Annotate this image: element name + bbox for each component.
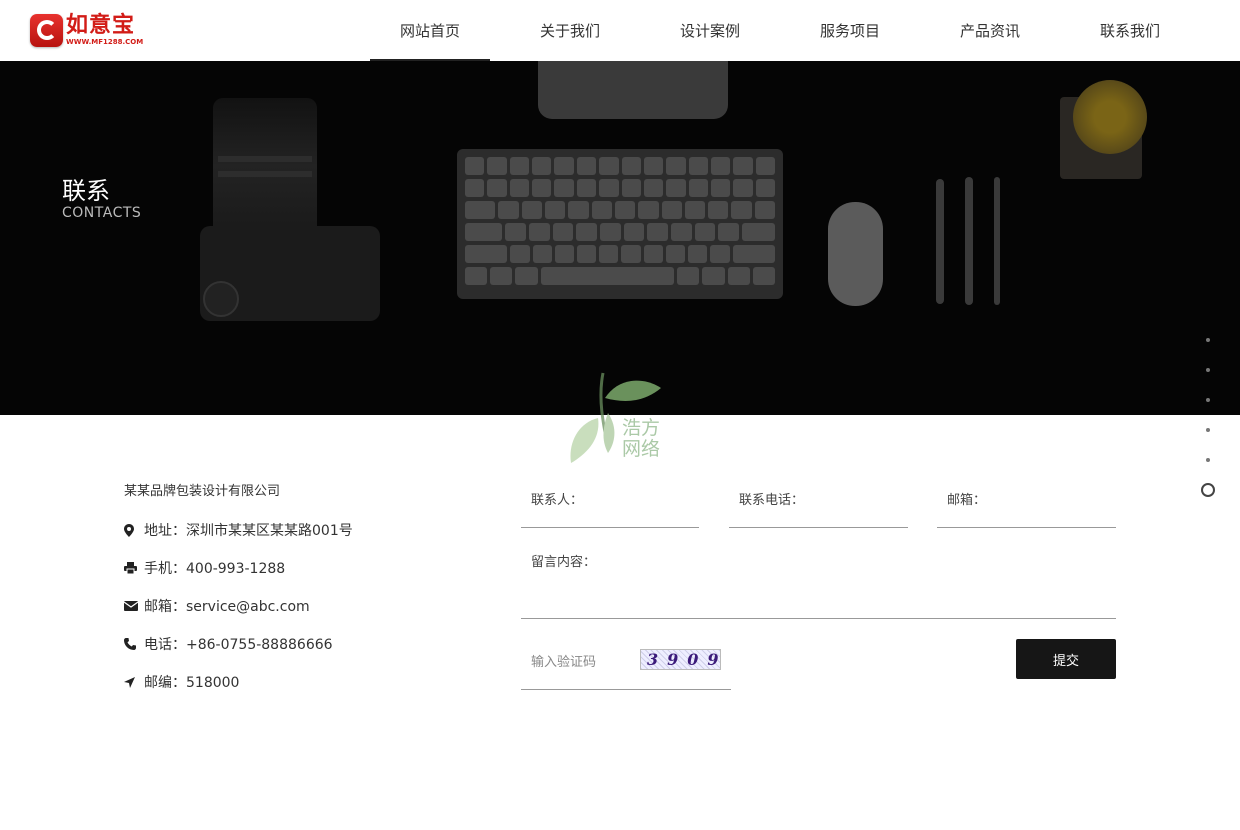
monitor-stand-image [538, 61, 728, 119]
side-dot[interactable] [1206, 428, 1210, 432]
pen-image [994, 177, 1000, 305]
banner-subtitle: CONTACTS [62, 205, 142, 221]
banner-title: 联系 [62, 177, 110, 205]
postcode-text: 邮编：518000 [144, 675, 240, 691]
logo-url-text: WWW.MF1288.COM [66, 37, 144, 46]
side-dot[interactable] [1206, 458, 1210, 462]
watermark-text: 网络 [622, 438, 661, 460]
site-header: 如意宝 WWW.MF1288.COM 网站首页 关于我们 设计案例 服务项目 产… [0, 0, 1240, 61]
keyboard-image [457, 149, 783, 299]
email-field[interactable]: 邮箱： [937, 476, 1116, 528]
nav-item-cases[interactable]: 设计案例 [650, 0, 770, 61]
cup-image [1073, 80, 1147, 154]
side-dot[interactable] [1206, 398, 1210, 402]
nav-item-contact[interactable]: 联系我们 [1070, 0, 1190, 61]
phone-label: 联系电话： [739, 493, 805, 508]
page-banner: 联系 CONTACTS [0, 61, 1240, 415]
nav-item-services[interactable]: 服务项目 [790, 0, 910, 61]
side-dot-active[interactable] [1201, 483, 1215, 497]
watermark-text: 浩方 [622, 417, 661, 439]
email-text: 邮箱：service@abc.com [144, 599, 310, 615]
message-label: 留言内容： [531, 555, 597, 570]
address-text: 地址：深圳市某某区某某路001号 [144, 523, 353, 539]
side-dot-nav [1200, 333, 1216, 503]
postcode-row: 邮编：518000 [124, 672, 444, 692]
side-dot[interactable] [1206, 338, 1210, 342]
pen-image [965, 177, 973, 305]
address-row: 地址：深圳市某某区某某路001号 [124, 520, 444, 540]
logo-brand-text: 如意宝 [66, 12, 136, 38]
nav-item-news[interactable]: 产品资讯 [930, 0, 1050, 61]
captcha-placeholder: 输入验证码 [531, 655, 597, 670]
email-label: 邮箱： [947, 493, 987, 508]
phone-text: 电话：+86-0755-88886666 [144, 637, 333, 653]
site-logo[interactable]: 如意宝 WWW.MF1288.COM [30, 12, 148, 48]
company-name: 某某品牌包装设计有限公司 [124, 484, 281, 499]
camera-dial-image [203, 281, 239, 317]
main-nav: 网站首页 关于我们 设计案例 服务项目 产品资讯 联系我们 [370, 0, 1210, 61]
side-dot[interactable] [1206, 368, 1210, 372]
contact-person-label: 联系人： [531, 493, 584, 508]
printer-icon [124, 562, 144, 574]
watermark-logo: 浩方 网络 [563, 368, 673, 468]
pen-image [936, 179, 944, 304]
nav-item-about[interactable]: 关于我们 [510, 0, 630, 61]
map-marker-icon [124, 523, 144, 537]
phone-field[interactable]: 联系电话： [729, 476, 908, 528]
message-field[interactable]: 留言内容： [521, 538, 1116, 619]
contact-info: 某某品牌包装设计有限公司 地址：深圳市某某区某某路001号 手机：400-993… [124, 482, 454, 691]
envelope-icon [124, 601, 144, 611]
captcha-image[interactable]: 3909 [640, 649, 721, 670]
mobile-row: 手机：400-993-1288 [124, 558, 444, 578]
contact-person-field[interactable]: 联系人： [521, 476, 699, 528]
email-row: 邮箱：service@abc.com [124, 596, 444, 616]
mouse-image [828, 202, 883, 306]
mobile-text: 手机：400-993-1288 [144, 561, 286, 577]
nav-item-home[interactable]: 网站首页 [370, 0, 490, 61]
location-arrow-icon [124, 676, 144, 688]
phone-icon [124, 638, 144, 650]
logo-icon [30, 13, 63, 47]
submit-button[interactable]: 提交 [1016, 639, 1116, 679]
phone-row: 电话：+86-0755-88886666 [124, 634, 444, 654]
